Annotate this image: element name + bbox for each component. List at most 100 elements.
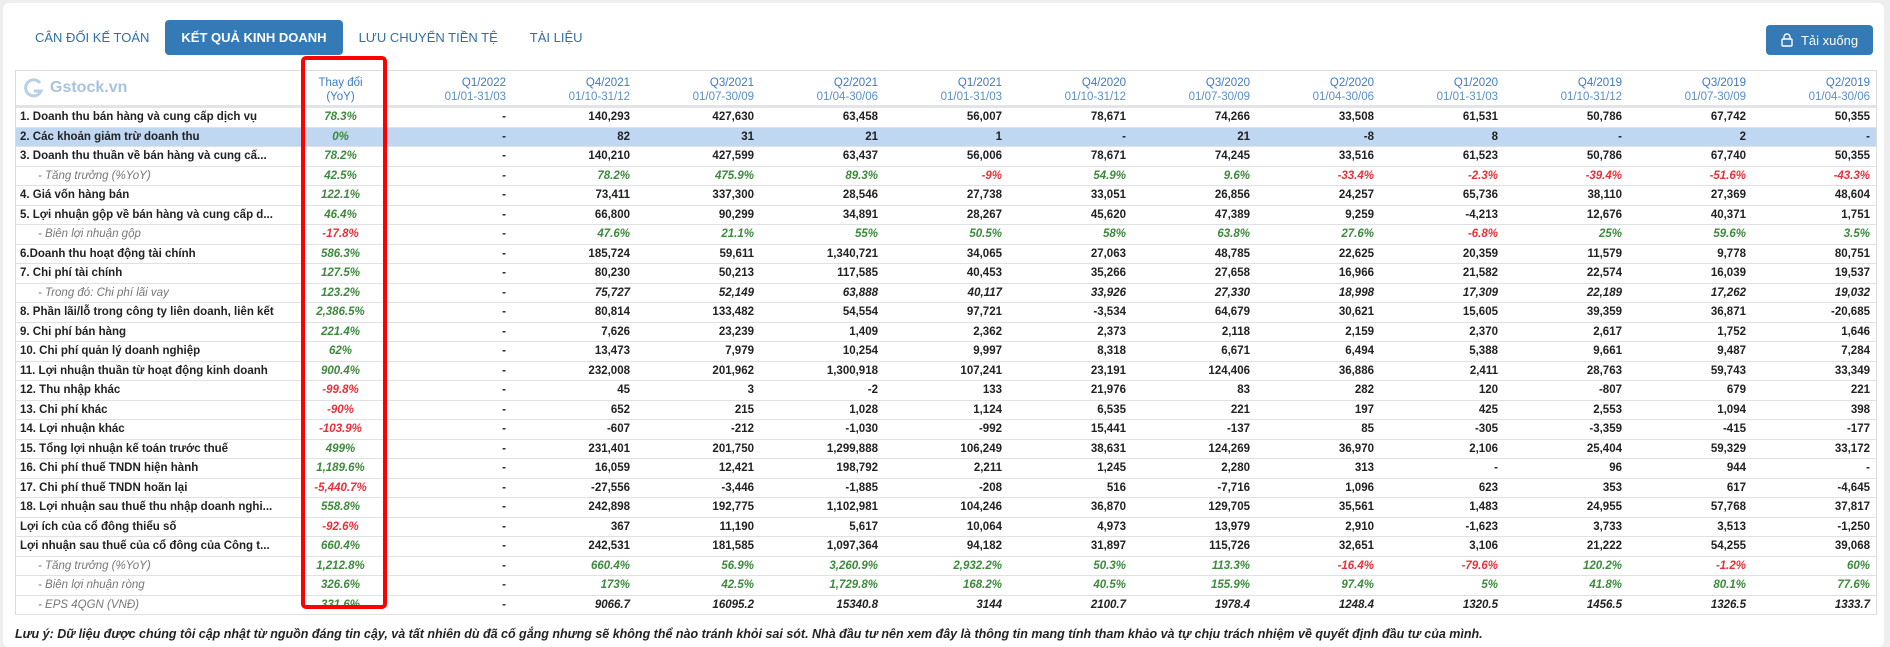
- cell-value: -: [502, 286, 506, 299]
- table-row[interactable]: 16. Chi phí thuế TNDN hiện hành 1,189.6% -…: [16, 459, 1876, 479]
- table-row[interactable]: 13. Chi phí khác -90% - 652 215 1,028 1,124 6,5…: [16, 401, 1876, 420]
- period-header[interactable]: Q4/2019 01/10-31/12: [1504, 71, 1628, 105]
- table-row[interactable]: - Biên lợi nhuận ròng 326.6% - 173% 42.5% 1,7…: [16, 576, 1876, 596]
- period-header[interactable]: Q2/2019 01/04-30/06: [1752, 71, 1876, 105]
- cell-value: 23,191: [1090, 364, 1126, 377]
- table-row[interactable]: - Tăng trưởng (%YoY) 1,212.8% - 660.4% 56.9%…: [16, 557, 1876, 576]
- cell-value: 221: [1850, 384, 1870, 396]
- cell-value: 40,371: [1710, 208, 1746, 221]
- cell-value: 617: [1726, 481, 1746, 494]
- table-row[interactable]: 10. Chi phí quản lý doanh nghiệp 62% - 13,4…: [16, 342, 1876, 362]
- cell-value: 80,751: [1834, 247, 1870, 260]
- row-label: - Biên lợi nhuận gộp: [38, 228, 141, 240]
- cell-value: 282: [1354, 384, 1374, 396]
- tab-3[interactable]: TÀI LIỆU: [514, 20, 599, 55]
- cell-value: -3,534: [1093, 306, 1126, 318]
- table-row[interactable]: 3. Doanh thu thuần về bán hàng và cung c…: [16, 147, 1876, 167]
- cell-value: -607: [606, 423, 630, 435]
- table-row[interactable]: - EPS 4QGN (VNĐ) 331.6% - 9066.7 16095.2 1534…: [16, 596, 1876, 615]
- table-row[interactable]: 7. Chi phí tài chính 127.5% - 80,230 50,213 1…: [16, 264, 1876, 284]
- table-row[interactable]: 1. Doanh thu bán hàng và cung cấp dịch v…: [16, 108, 1876, 128]
- cell-value: 16,966: [1338, 267, 1374, 279]
- period-header[interactable]: Q1/2020 01/01-31/03: [1380, 71, 1504, 105]
- table-row[interactable]: 17. Chi phí thuế TNDN hoãn lại -5,440.7% -…: [16, 479, 1876, 498]
- cell-value: 21,976: [1090, 384, 1126, 396]
- table-row[interactable]: - Trong đó: Chi phí lãi vay 123.2% - 75,727…: [16, 284, 1876, 303]
- cell-value: 34,065: [966, 247, 1002, 260]
- cell-value: -16.4%: [1337, 559, 1374, 572]
- period-quarter: Q3/2020: [1205, 77, 1250, 89]
- table-row[interactable]: 9. Chi phí bán hàng 221.4% - 7,626 23,239 1,4…: [16, 323, 1876, 342]
- period-header[interactable]: Q4/2020 01/10-31/12: [1008, 71, 1132, 105]
- cell-value: 1,483: [1469, 501, 1498, 513]
- cell-value: -: [502, 579, 506, 591]
- table-row[interactable]: 5. Lợi nhuận gộp về bán hàng và cung cấp…: [16, 206, 1876, 225]
- table-row[interactable]: 12. Thu nhập khác -99.8% - 45 3 -2 133 21,976 83…: [16, 381, 1876, 401]
- cell-value: 2,280: [1221, 462, 1250, 474]
- table-row[interactable]: 15. Tổng lợi nhuận kế toán trước thuế 499…: [16, 440, 1876, 459]
- period-header[interactable]: Q3/2021 01/07-30/09: [636, 71, 760, 105]
- table-row[interactable]: 2. Các khoản giảm trừ doanh thu 0% -82 31 21…: [16, 127, 1876, 147]
- period-header[interactable]: Q1/2022 01/01-31/03: [388, 71, 512, 105]
- cell-value: -: [502, 481, 506, 494]
- period-header[interactable]: Q4/2021 01/10-31/12: [512, 71, 636, 105]
- cell-value: 9066.7: [594, 598, 630, 611]
- cell-value: -212: [730, 423, 754, 435]
- cell-value: 31: [741, 130, 754, 143]
- table-row[interactable]: Lợi nhuận sau thuế của cổ đông của Công …: [16, 537, 1876, 557]
- yoy-change: 660.4%: [320, 540, 360, 552]
- table-row[interactable]: Lợi ích của cổ đông thiểu số -92.6% - 367 11…: [16, 518, 1876, 537]
- cell-value: 8,318: [1097, 345, 1126, 357]
- table-row[interactable]: 11. Lợi nhuận thuần từ hoạt động kinh do…: [16, 362, 1876, 381]
- cell-value: -43.3%: [1833, 169, 1870, 182]
- table-row[interactable]: - Tăng trưởng (%YoY) 42.5% - 78.2% 475.9% 89.…: [16, 167, 1876, 186]
- cell-value: 17,309: [1462, 286, 1498, 299]
- table-row[interactable]: - Biên lợi nhuận gộp -17.8% - 47.6% 21.1% 55%…: [16, 225, 1876, 245]
- cell-value: 27,658: [1214, 267, 1250, 279]
- row-label: 6.Doanh thu hoạt động tài chính: [20, 247, 196, 260]
- table-row[interactable]: 14. Lợi nhuận khác -103.9% - -607 -212 -1,030…: [16, 420, 1876, 440]
- cell-value: -: [502, 189, 506, 201]
- cell-value: 1,752: [1717, 325, 1746, 338]
- table-row[interactable]: 6.Doanh thu hoạt động tài chính 586.3% - 18…: [16, 245, 1876, 264]
- download-button[interactable]: Tải xuống: [1766, 25, 1873, 55]
- period-header[interactable]: Q3/2020 01/07-30/09: [1132, 71, 1256, 105]
- tab-0[interactable]: CÂN ĐỐI KẾ TOÁN: [19, 20, 165, 55]
- cell-value: -: [502, 520, 506, 533]
- cell-value: 59,611: [719, 247, 754, 260]
- cell-value: -1,250: [1837, 520, 1870, 533]
- row-label: 8. Phần lãi/lỗ trong công ty liên doanh,…: [20, 306, 274, 318]
- period-dates: 01/04-30/06: [816, 91, 878, 103]
- change-column-header[interactable]: Thay đổi (YoY): [293, 71, 388, 105]
- tab-2[interactable]: LƯU CHUYỂN TIỀN TỆ: [343, 20, 514, 55]
- cell-value: 66,800: [594, 208, 630, 221]
- cell-value: 353: [1602, 481, 1622, 494]
- table-row[interactable]: 8. Phần lãi/lỗ trong công ty liên doanh,…: [16, 303, 1876, 323]
- cell-value: 36,886: [1338, 364, 1374, 377]
- cell-value: 75,727: [594, 286, 630, 299]
- lock-icon: [1781, 33, 1793, 47]
- cell-value: 944: [1726, 462, 1746, 474]
- table-row[interactable]: 18. Lợi nhuận sau thuế thu nhập doanh ng…: [16, 498, 1876, 518]
- cell-value: -51.6%: [1709, 169, 1746, 182]
- cell-value: 54,554: [842, 306, 878, 318]
- cell-value: -3,359: [1589, 423, 1622, 435]
- period-header[interactable]: Q1/2021 01/01-31/03: [884, 71, 1008, 105]
- cell-value: 1,340,721: [826, 247, 878, 260]
- cell-value: 63,437: [842, 150, 878, 162]
- cell-value: 12,421: [718, 462, 754, 474]
- cell-value: -: [502, 267, 506, 279]
- period-header[interactable]: Q2/2021 01/04-30/06: [760, 71, 884, 105]
- cell-value: 41.8%: [1589, 579, 1622, 591]
- tab-1[interactable]: KẾT QUẢ KINH DOANH: [165, 20, 343, 55]
- period-header[interactable]: Q3/2019 01/07-30/09: [1628, 71, 1752, 105]
- cell-value: 242,531: [588, 540, 630, 552]
- cell-value: 1,300,918: [826, 364, 878, 377]
- cell-value: 2,373: [1097, 325, 1126, 338]
- table-row[interactable]: 4. Giá vốn hàng bán 122.1% - 73,411 337,300 2…: [16, 186, 1876, 206]
- cell-value: 94,182: [966, 540, 1002, 552]
- cell-value: 1326.5: [1710, 598, 1746, 611]
- period-header[interactable]: Q2/2020 01/04-30/06: [1256, 71, 1380, 105]
- row-label: 2. Các khoản giảm trừ doanh thu: [20, 130, 200, 143]
- cell-value: 5%: [1481, 579, 1498, 591]
